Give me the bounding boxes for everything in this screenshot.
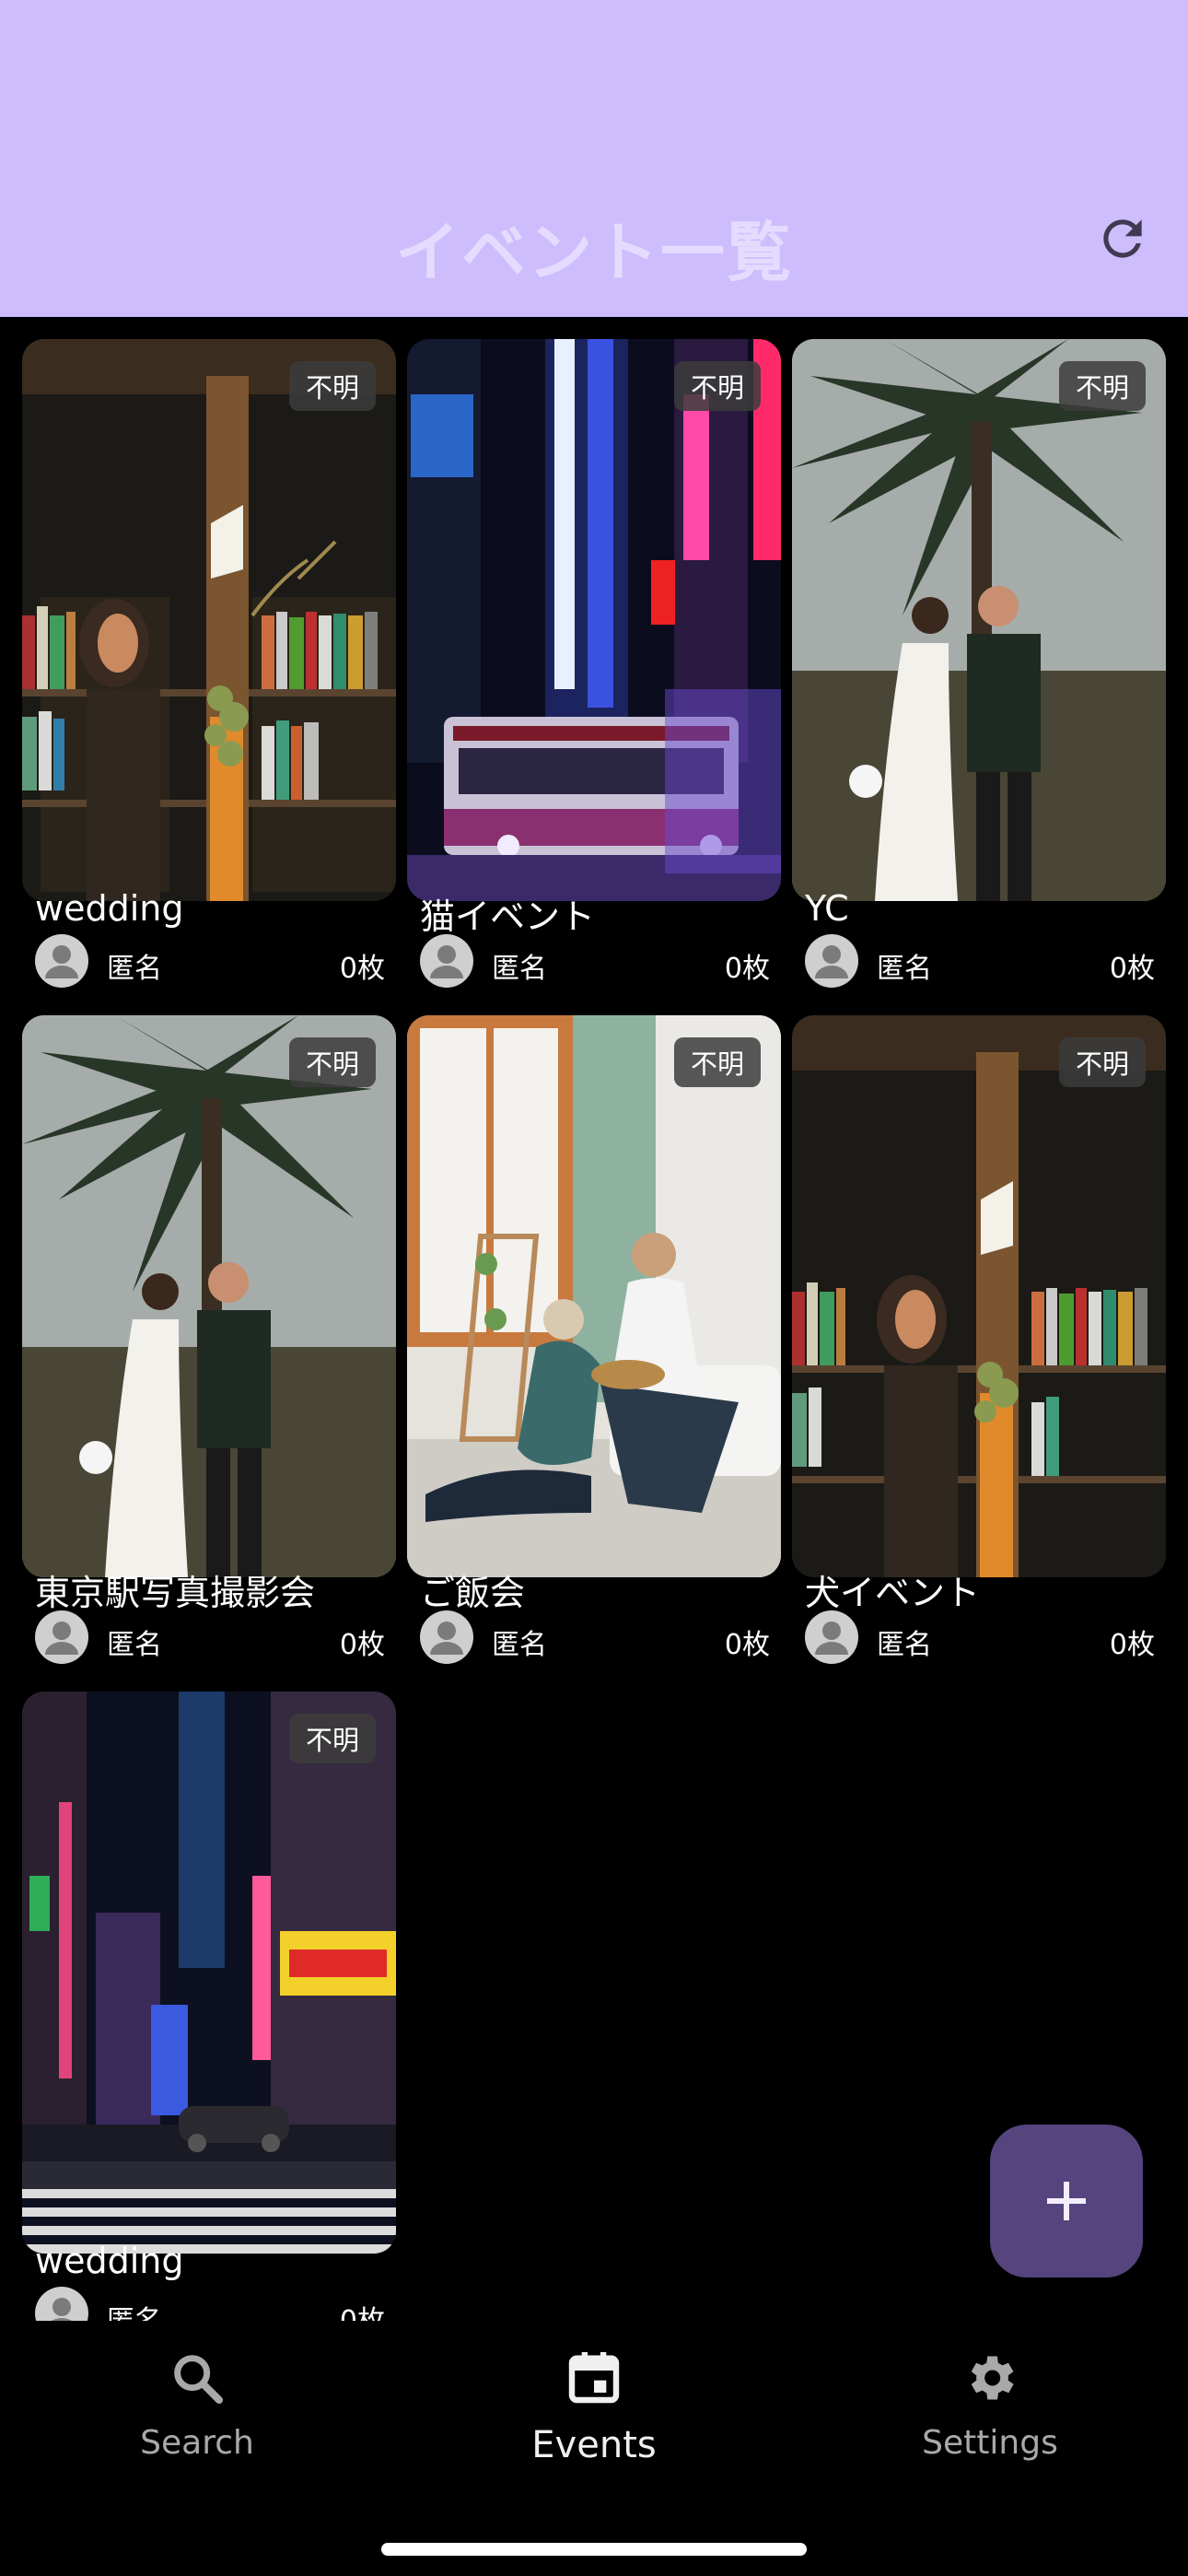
event-author: 匿名 — [107, 1629, 162, 1661]
event-title: 猫イベント — [420, 896, 596, 937]
event-author: 匿名 — [492, 1629, 547, 1661]
refresh-icon[interactable] — [1094, 210, 1151, 267]
event-author: 匿名 — [107, 953, 162, 985]
event-title: 東京駅写真撮影会 — [35, 1573, 316, 1613]
event-meta: 匿名 0枚 — [805, 1610, 1155, 1666]
gear-icon — [971, 2356, 1014, 2400]
calendar-icon — [568, 2352, 620, 2404]
nav-search-label: Search — [140, 2424, 254, 2462]
event-grid: 不明 wedding 匿名 0枚 不明 猫イベント 匿名 0枚 不明 YC 匿名… — [0, 317, 1188, 2321]
event-title: YC — [805, 888, 849, 929]
status-badge: 不明 — [288, 1714, 376, 1763]
app-bar: イベント一覧 — [0, 0, 1188, 317]
nav-search[interactable]: Search — [59, 2348, 335, 2462]
event-card[interactable]: 不明 wedding 匿名 0枚 — [22, 1692, 396, 2321]
nav-settings[interactable]: Settings — [852, 2348, 1128, 2462]
nav-events[interactable]: Events — [456, 2348, 732, 2466]
bookshelf-photo — [22, 339, 396, 901]
event-thumbnail[interactable]: 不明 — [22, 339, 396, 901]
event-author: 匿名 — [877, 1629, 932, 1661]
photo-count: 0枚 — [340, 2298, 385, 2321]
event-author: 匿名 — [877, 953, 932, 985]
event-card[interactable]: 不明 wedding 匿名 0枚 — [22, 339, 396, 988]
event-card[interactable]: 不明 猫イベント 匿名 0枚 — [407, 339, 781, 988]
event-thumbnail[interactable]: 不明 — [22, 1692, 396, 2254]
avatar-icon — [805, 1610, 858, 1664]
photo-count: 0枚 — [339, 1629, 385, 1661]
event-card[interactable]: 不明 犬イベント 匿名 0枚 — [792, 1015, 1166, 1664]
home-indicator — [381, 2543, 807, 2556]
photo-count: 0枚 — [1109, 1629, 1155, 1661]
avatar-icon — [35, 2287, 88, 2321]
event-thumbnail[interactable]: 不明 — [407, 1015, 781, 1577]
palm-couple-photo — [22, 1015, 396, 1577]
event-card[interactable]: 不明 YC 匿名 0枚 — [792, 339, 1166, 988]
avatar-icon — [420, 934, 473, 988]
event-title: wedding — [35, 888, 184, 929]
neon-street-photo — [407, 339, 781, 901]
avatar-icon — [420, 1610, 473, 1664]
living-room-photo — [407, 1015, 781, 1577]
event-author: 匿名 — [107, 2298, 162, 2321]
nav-settings-label: Settings — [922, 2424, 1058, 2462]
status-badge: 不明 — [288, 1037, 376, 1087]
status-badge: 不明 — [288, 361, 376, 411]
photo-count: 0枚 — [339, 953, 385, 985]
event-meta: 匿名 0枚 — [420, 1610, 770, 1666]
event-card[interactable]: 不明 東京駅写真撮影会 匿名 0枚 — [22, 1015, 396, 1664]
event-thumbnail[interactable]: 不明 — [792, 1015, 1166, 1577]
avatar-icon — [35, 934, 88, 988]
event-thumbnail[interactable]: 不明 — [407, 339, 781, 901]
event-title: 犬イベント — [805, 1573, 981, 1613]
avatar-icon — [35, 1610, 88, 1664]
event-meta: 匿名 0枚 — [35, 2287, 385, 2321]
palm-couple-photo — [792, 339, 1166, 901]
add-event-button[interactable] — [990, 2125, 1143, 2277]
bookshelf-photo — [792, 1015, 1166, 1577]
status-badge: 不明 — [1058, 361, 1146, 411]
photo-count: 0枚 — [724, 1629, 770, 1661]
avatar-icon — [805, 934, 858, 988]
event-thumbnail[interactable]: 不明 — [22, 1015, 396, 1577]
status-badge: 不明 — [1058, 1037, 1146, 1087]
bottom-navigation: Search Events Settings — [0, 2321, 1188, 2576]
event-thumbnail[interactable]: 不明 — [792, 339, 1166, 901]
city-crossing-photo — [22, 1692, 396, 2254]
event-meta: 匿名 0枚 — [805, 934, 1155, 989]
plus-icon — [1047, 2182, 1086, 2220]
event-author: 匿名 — [492, 953, 547, 985]
event-title: ご飯会 — [420, 1573, 526, 1613]
nav-events-label: Events — [531, 2424, 657, 2466]
search-icon — [174, 2355, 223, 2404]
event-meta: 匿名 0枚 — [35, 1610, 385, 1666]
photo-count: 0枚 — [1109, 953, 1155, 985]
event-title: wedding — [35, 2241, 184, 2281]
page-title: イベント一覧 — [395, 215, 793, 290]
photo-count: 0枚 — [724, 953, 770, 985]
status-badge: 不明 — [673, 1037, 761, 1087]
event-card[interactable]: 不明 ご飯会 匿名 0枚 — [407, 1015, 781, 1664]
event-meta: 匿名 0枚 — [420, 934, 770, 989]
status-badge: 不明 — [673, 361, 761, 411]
event-meta: 匿名 0枚 — [35, 934, 385, 989]
